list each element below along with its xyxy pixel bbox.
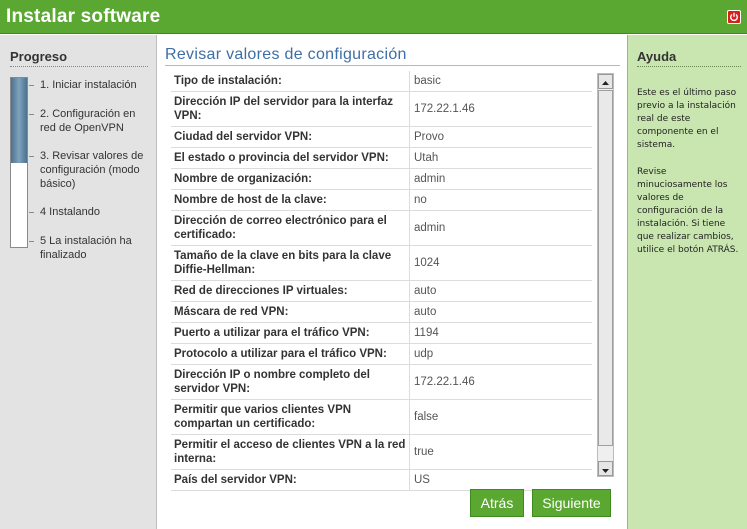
row-label: Dirección IP o nombre completo del servi… (171, 364, 410, 400)
window-titlebar: Instalar software (0, 0, 747, 34)
row-value: auto (409, 301, 592, 323)
progress-step-2: 2. Configuración en red de OpenVPN (40, 108, 136, 134)
title-divider (165, 65, 620, 66)
table-row: Permitir que varios clientes VPN compart… (171, 399, 592, 435)
row-label: Nombre de host de la clave: (171, 189, 410, 211)
step-tick (29, 114, 34, 115)
table-row: Máscara de red VPN: auto (171, 301, 592, 323)
table-row: El estado o provincia del servidor VPN: U… (171, 147, 592, 169)
scroll-down-arrow-icon[interactable] (598, 461, 613, 476)
help-divider (637, 66, 741, 67)
next-button[interactable]: Siguiente (532, 489, 611, 517)
row-label: País del servidor VPN: (171, 469, 410, 491)
row-value: admin (409, 210, 592, 246)
row-value: 172.22.1.46 (409, 364, 592, 400)
row-value: admin (409, 168, 592, 190)
progress-step-1: 1. Iniciar instalación (40, 79, 137, 91)
row-value: US (409, 469, 592, 491)
table-row: Red de direcciones IP virtuales: auto (171, 280, 592, 302)
progress-heading: Progreso (10, 49, 68, 64)
progress-divider (10, 66, 148, 67)
table-row: Puerto a utilizar para el tráfico VPN: 11… (171, 322, 592, 344)
row-label: Tamaño de la clave en bits para la clave… (171, 245, 410, 281)
row-value: Provo (409, 126, 592, 148)
help-heading: Ayuda (637, 49, 677, 64)
table-row: Dirección IP o nombre completo del servi… (171, 364, 592, 400)
row-label: Nombre de organización: (171, 168, 410, 190)
row-label: Ciudad del servidor VPN: (171, 126, 410, 148)
config-table-viewport[interactable]: Tipo de instalación: basic Dirección IP d… (171, 71, 592, 515)
table-row: Tipo de instalación: basic (171, 71, 592, 92)
step-tick (29, 241, 34, 242)
row-value: udp (409, 343, 592, 365)
progress-step-3: 3. Revisar valores de configuración (mod… (40, 150, 144, 190)
page-title: Revisar valores de configuración (165, 46, 407, 63)
row-label: Máscara de red VPN: (171, 301, 410, 323)
step-tick (29, 156, 34, 157)
power-close-icon[interactable] (727, 10, 741, 24)
table-row: Tamaño de la clave en bits para la clave… (171, 245, 592, 281)
row-label: El estado o provincia del servidor VPN: (171, 147, 410, 169)
row-value: auto (409, 280, 592, 302)
table-row: Protocolo a utilizar para el tráfico VPN… (171, 343, 592, 365)
row-value: basic (409, 71, 592, 92)
row-value: 1194 (409, 322, 592, 344)
row-label: Permitir que varios clientes VPN compart… (171, 399, 410, 435)
back-button[interactable]: Atrás (470, 489, 524, 517)
table-row: Dirección IP del servidor para la interf… (171, 91, 592, 127)
progress-bar (10, 77, 28, 248)
step-tick (29, 212, 34, 213)
progress-bar-fill (11, 78, 27, 163)
row-label: Permitir el acceso de clientes VPN a la … (171, 434, 410, 470)
vertical-scrollbar[interactable] (597, 73, 614, 477)
main-panel: Revisar valores de configuración Tipo de… (157, 35, 627, 529)
table-row: País del servidor VPN: US (171, 469, 592, 491)
table-row: Nombre de host de la clave: no (171, 189, 592, 211)
row-label: Tipo de instalación: (171, 71, 410, 92)
row-label: Protocolo a utilizar para el tráfico VPN… (171, 343, 410, 365)
help-panel: Ayuda Este es el último paso previo a la… (627, 35, 747, 529)
table-row: Permitir el acceso de clientes VPN a la … (171, 434, 592, 470)
row-label: Dirección de correo electrónico para el … (171, 210, 410, 246)
table-row: Dirección de correo electrónico para el … (171, 210, 592, 246)
row-label: Puerto a utilizar para el tráfico VPN: (171, 322, 410, 344)
row-value: false (409, 399, 592, 435)
row-label: Dirección IP del servidor para la interf… (171, 91, 410, 127)
table-row: Nombre de organización: admin (171, 168, 592, 190)
window-title: Instalar software (6, 6, 161, 27)
config-table: Tipo de instalación: basic Dirección IP d… (171, 71, 592, 491)
help-text-2: Revise minuciosamente los valores de con… (637, 167, 739, 255)
row-value: 172.22.1.46 (409, 91, 592, 127)
scrollbar-thumb[interactable] (598, 90, 613, 446)
row-label: Red de direcciones IP virtuales: (171, 280, 410, 302)
progress-step-5: 5 La instalación ha finalizado (40, 235, 132, 261)
progress-sidebar: Progreso 1. Iniciar instalación 2. Confi… (0, 35, 157, 529)
row-value: 1024 (409, 245, 592, 281)
scroll-up-arrow-icon[interactable] (598, 74, 613, 89)
row-value: true (409, 434, 592, 470)
table-row: Ciudad del servidor VPN: Provo (171, 126, 592, 148)
row-value: Utah (409, 147, 592, 169)
step-tick (29, 85, 34, 86)
help-text-1: Este es el último paso previo a la insta… (637, 88, 737, 150)
row-value: no (409, 189, 592, 211)
progress-step-4: 4 Instalando (40, 206, 100, 218)
